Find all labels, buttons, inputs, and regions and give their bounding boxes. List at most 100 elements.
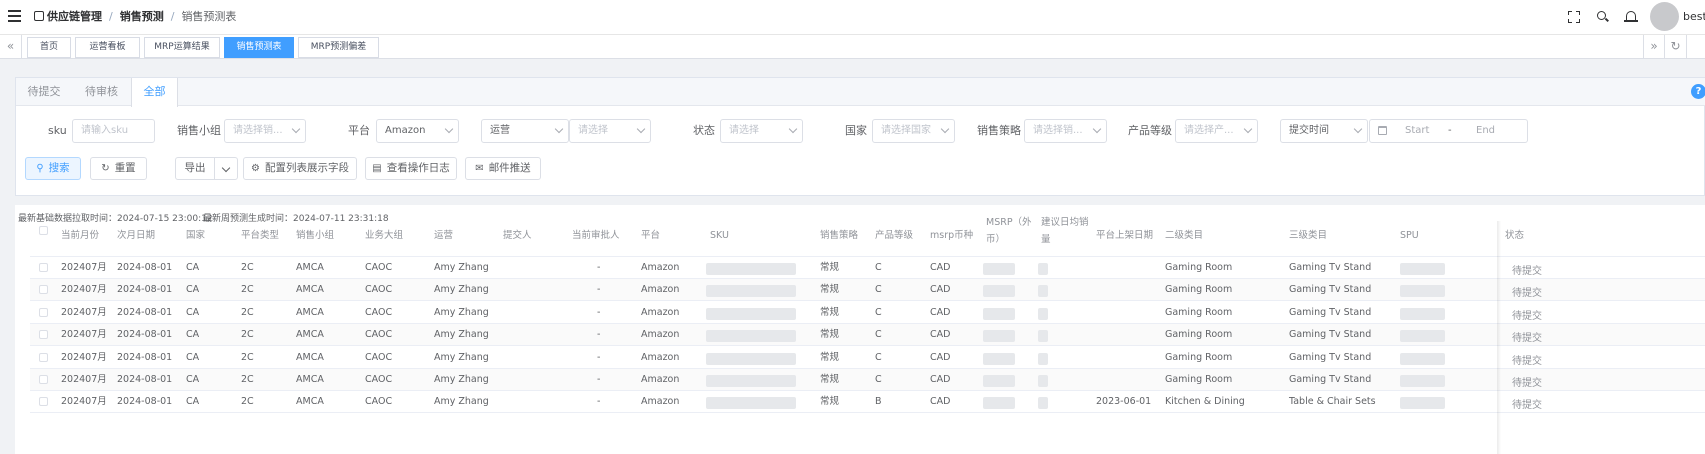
tab-pending-review[interactable]: 待审核 [72,78,131,106]
chevron-down-icon [788,124,798,134]
sku-label: sku [48,124,67,137]
row-checkbox[interactable] [39,330,48,340]
tag-sales-forecast-table[interactable]: 销售预测表 [224,37,294,58]
platform-select[interactable]: Amazon [376,119,459,143]
export-dropdown-button[interactable] [214,157,238,180]
chevron-down-icon [554,124,564,134]
table-row[interactable]: 202407月 2024-08-01 CA 2C AMCA CAOC Amy Zhang - A… [30,369,1705,391]
weekly-forecast-gen-time: 最新周预测生成时间：2024-07-11 23:31:18 [203,214,389,224]
reset-button[interactable]: ↻ 重置 [90,157,147,180]
cell-op: Amy Zhang [434,374,489,385]
cell-month: 202407月 [61,284,107,296]
status-select[interactable]: 请选择 [720,119,803,143]
sales-strategy-label: 销售策略 [977,124,1021,137]
cell-cur: CAD [930,284,951,296]
redacted-cell [706,352,796,365]
tag-mrp-deviation[interactable]: MRP预测偏差 [298,37,379,58]
redacted-cell [1038,397,1048,410]
cell-ptype: 2C [241,262,254,273]
search-icon[interactable] [1596,10,1610,24]
redacted-cell [983,375,1015,387]
redacted-cell [706,330,796,343]
table-row[interactable]: 202407月 2024-08-01 CA 2C AMCA CAOC Amy Zhang - A… [30,347,1705,369]
sales-group-select[interactable]: 请选择销... [224,119,306,143]
cell-next: 2024-08-01 [117,306,173,318]
sales-group-label: 销售小组 [177,124,221,137]
product-grade-label: 产品等级 [1128,124,1172,137]
cell-group: AMCA [296,262,324,273]
tags-scroll-left-icon[interactable]: « [0,35,22,59]
product-grade-select[interactable]: 请选择产... [1175,119,1258,143]
calendar-icon [1378,126,1387,135]
username[interactable]: besti [1683,10,1705,23]
table-row[interactable]: 202407月 2024-08-01 CA 2C AMCA CAOC Amy Zhang - A… [30,279,1705,302]
row-checkbox[interactable] [39,397,48,407]
config-columns-button[interactable]: ⚙ 配置列表展示字段 [243,157,357,180]
status-tabs: 待提交 待审核 全部 ? [16,78,1705,107]
col-header-platform-type: 平台类型 [241,230,280,241]
tab-pending-submit[interactable]: 待提交 [16,78,72,106]
tag-mrp-result[interactable]: MRP运算结果 [144,37,220,58]
mail-push-button[interactable]: ✉ 邮件推送 [465,157,541,180]
refresh-icon[interactable]: ↻ [1665,35,1687,59]
cell-biz: CAOC [365,306,393,318]
redacted-cell [983,285,1015,298]
cell-cur: CAD [930,262,951,273]
cell-next: 2024-08-01 [117,262,173,273]
breadcrumb-item-sales-forecast[interactable]: 销售预测 [120,10,164,23]
tag-ops-dashboard[interactable]: 运营看板 [75,37,140,58]
search-button[interactable]: ⚲ 搜索 [25,157,81,180]
cell-op: Amy Zhang [434,329,489,341]
start-date-input[interactable]: Start [1405,120,1429,142]
status-badge: 待提交 [1512,378,1542,389]
tag-home[interactable]: 首页 [27,37,71,58]
status-label: 状态 [693,124,715,137]
country-select[interactable]: 请选择国家 [872,119,955,143]
row-checkbox[interactable] [39,352,48,362]
tab-all[interactable]: 全部 [131,78,178,107]
row-checkbox[interactable] [39,375,48,384]
cell-ptype: 2C [241,351,254,363]
sales-strategy-select[interactable]: 请选择销... [1024,119,1107,143]
hamburger-icon[interactable] [8,10,21,22]
cell-cur: CAD [930,396,951,408]
fullscreen-icon[interactable] [1567,10,1581,24]
redacted-cell [1400,352,1445,365]
breadcrumb-item-supply-chain[interactable]: 供应链管理 [47,10,102,23]
row-checkbox[interactable] [39,285,48,295]
view-log-button[interactable]: ▤ 查看操作日志 [365,157,457,180]
sku-input[interactable]: 请输入sku [72,119,155,143]
cell-next: 2024-08-01 [117,329,173,341]
redacted-cell [983,307,1015,320]
redacted-cell [1400,307,1445,320]
export-button[interactable]: 导出 [175,157,215,180]
end-date-input[interactable]: End [1476,120,1495,142]
cell-approver: - [597,374,601,385]
table-row[interactable]: 202407月 2024-08-01 CA 2C AMCA CAOC Amy Zhang - A… [30,391,1705,414]
operator-select[interactable]: 请选择 [569,119,651,143]
cell-cat3: Gaming Tv Stand [1289,351,1372,363]
bell-icon[interactable] [1624,10,1638,24]
date-range-picker[interactable]: Start - End [1369,119,1528,143]
cell-biz: CAOC [365,329,393,341]
cell-ptype: 2C [241,396,254,408]
table-row[interactable]: 202407月 2024-08-01 CA 2C AMCA CAOC Amy Zhang - A… [30,257,1705,279]
row-checkbox[interactable] [39,263,48,272]
operator-type-select[interactable]: 运营 [481,119,569,143]
tags-scroll-right-icon[interactable]: » [1643,35,1665,59]
cell-month: 202407月 [61,262,107,273]
time-type-select[interactable]: 提交时间 [1280,119,1368,143]
cell-cur: CAD [930,374,951,385]
row-checkbox[interactable] [39,307,48,317]
cell-country: CA [186,262,200,273]
table-row[interactable]: 202407月 2024-08-01 CA 2C AMCA CAOC Amy Zhang - A… [30,302,1705,324]
select-all-checkbox[interactable] [39,226,48,235]
cell-cat3: Gaming Tv Stand [1289,262,1372,273]
redacted-cell [1400,330,1445,343]
avatar[interactable] [1650,2,1679,31]
table-row[interactable]: 202407月 2024-08-01 CA 2C AMCA CAOC Amy Zhang - A… [30,324,1705,347]
cell-next: 2024-08-01 [117,396,173,408]
cell-biz: CAOC [365,351,393,363]
redacted-cell [1038,330,1048,343]
help-icon[interactable]: ? [1691,84,1705,99]
